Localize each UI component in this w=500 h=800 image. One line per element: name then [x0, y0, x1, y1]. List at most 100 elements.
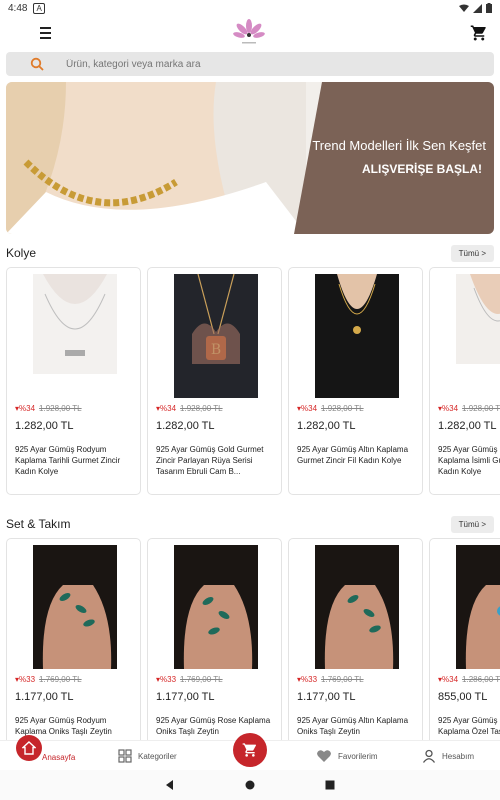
product-name: 925 Ayar Gümüş Altın Kaplama Gurmet Zinc… — [297, 445, 409, 465]
price: 1.282,00 TL — [156, 420, 215, 432]
home-icon — [22, 741, 36, 755]
discount-percent: ▾%34 — [297, 404, 318, 413]
old-price: 1.928,00 TL — [462, 404, 500, 413]
product-name: 925 Ayar Gümüş Rodyum Kaplama Tarihli Gu… — [15, 445, 121, 476]
heart-icon — [317, 750, 331, 762]
battery-icon — [486, 3, 492, 13]
nav-home-label[interactable]: Anasayfa — [42, 753, 75, 762]
hamburger-menu-icon[interactable] — [40, 23, 60, 43]
product-name: 925 Ayar Gümüş Rodyum Kaplama Özel Taşlı — [438, 716, 500, 736]
nav-categories[interactable]: Kategoriler — [118, 741, 177, 771]
cart-icon[interactable] — [470, 24, 488, 42]
product-card[interactable]: ▾%33 1.769,00 TL 1.177,00 TL 925 Ayar Güm… — [147, 538, 282, 766]
discount-value: %34 — [19, 404, 36, 413]
discount-value: %33 — [301, 675, 318, 684]
old-price: 1.769,00 TL — [180, 675, 223, 684]
system-nav-bar — [0, 770, 500, 800]
price: 855,00 TL — [438, 691, 488, 703]
product-image — [456, 545, 500, 669]
discount-value: %34 — [160, 404, 177, 413]
old-price: 1.769,00 TL — [321, 675, 364, 684]
product-card[interactable]: ▾%33 1.769,00 TL 1.177,00 TL 925 Ayar Güm… — [288, 538, 423, 766]
price: 1.282,00 TL — [15, 420, 74, 432]
see-all-button[interactable]: Tümü > — [450, 515, 494, 533]
old-price: 1.286,00 TL — [462, 675, 500, 684]
discount-line: ▾%33 1.769,00 TL — [297, 675, 364, 684]
product-image — [315, 545, 399, 669]
product-card[interactable]: ▾%341.928,00 TL 1.282,00 TL 925 Ayar Güm… — [288, 267, 423, 495]
product-card[interactable]: ▾%33 1.769,00 TL 1.177,00 TL 925 Ayar Güm… — [6, 538, 141, 766]
notification-icon: A — [33, 2, 45, 14]
search-bar[interactable] — [6, 52, 494, 76]
discount-percent: ▾%34 — [438, 675, 459, 684]
product-name: 925 Ayar Gümüş Rodyum Kaplama İsimli Gur… — [438, 445, 500, 476]
price: 1.282,00 TL — [438, 420, 497, 432]
search-input[interactable] — [66, 58, 426, 70]
back-icon[interactable] — [165, 780, 175, 790]
price: 1.177,00 TL — [297, 691, 356, 703]
discount-line: ▾%33 1.769,00 TL — [156, 675, 223, 684]
discount-percent: ▾%33 — [15, 675, 36, 684]
nav-cart-button[interactable] — [233, 733, 267, 767]
discount-percent: ▾%34 — [438, 404, 459, 413]
wifi-icon — [459, 4, 469, 12]
status-left: 4:48 A — [8, 2, 45, 14]
product-row-set: ▾%33 1.769,00 TL 1.177,00 TL 925 Ayar Güm… — [6, 538, 500, 766]
brand-logo[interactable] — [233, 18, 265, 48]
price: 1.282,00 TL — [297, 420, 356, 432]
app-header — [0, 16, 500, 50]
recents-icon[interactable] — [325, 780, 335, 790]
discount-value: %33 — [19, 675, 36, 684]
home-circle-icon[interactable] — [245, 780, 255, 790]
see-all-button[interactable]: Tümü > — [450, 244, 494, 262]
old-price: 1.928,00 TL — [39, 404, 82, 413]
discount-line: ▾%341.928,00 TL — [297, 404, 364, 413]
discount-line: ▾%341.928,00 TL — [156, 404, 223, 413]
nav-account-label: Hesabım — [442, 751, 475, 761]
product-name: 925 Ayar Gümüş Altın Kaplama Oniks Taşlı… — [297, 716, 409, 736]
old-price: 1.928,00 TL — [321, 404, 364, 413]
discount-percent: ▾%34 — [15, 404, 36, 413]
price: 1.177,00 TL — [15, 691, 74, 703]
nav-categories-label: Kategoriler — [138, 751, 177, 761]
product-card[interactable]: ▾%341.928,00 TL 1.282,00 TL 925 Ayar Güm… — [6, 267, 141, 495]
price: 1.177,00 TL — [156, 691, 215, 703]
signal-icon — [473, 3, 482, 13]
discount-line: ▾%341.286,00 TL — [438, 675, 500, 684]
discount-value: %34 — [442, 404, 459, 413]
nav-home-button[interactable] — [16, 735, 42, 761]
old-price: 1.769,00 TL — [39, 675, 82, 684]
product-image — [456, 274, 500, 398]
discount-value: %33 — [160, 675, 177, 684]
discount-line: ▾%341.928,00 TL — [438, 404, 500, 413]
grid-icon — [118, 749, 132, 763]
nav-favorites-label: Favorilerim — [338, 751, 378, 761]
product-image: B — [174, 274, 258, 398]
cart-icon — [242, 743, 256, 757]
discount-value: %34 — [442, 675, 459, 684]
product-card[interactable]: ▾%341.928,00 TL 1.282,00 TL 925 Ayar Güm… — [429, 267, 500, 495]
search-icon — [30, 57, 44, 71]
nav-favorites[interactable]: Favorilerim — [316, 741, 378, 771]
old-price: 1.928,00 TL — [180, 404, 223, 413]
product-image — [33, 274, 117, 398]
discount-percent: ▾%34 — [156, 404, 177, 413]
status-right — [459, 3, 492, 13]
section-header-kolye: Kolye Tümü > — [6, 243, 494, 263]
product-card[interactable]: B ▾%341.928,00 TL 1.282,00 TL 925 Ayar G… — [147, 267, 282, 495]
nav-account[interactable]: Hesabım — [422, 741, 474, 771]
bottom-nav: Anasayfa Kategoriler Favorilerim Hesabım — [0, 733, 500, 771]
product-row-kolye: ▾%34 1.928,00 TL 1.282,00 TL 925 Ayar Güm… — [6, 267, 500, 495]
banner-cta[interactable]: ALIŞVERİŞE BAŞLA! — [362, 162, 482, 176]
status-time: 4:48 — [8, 2, 28, 14]
section-header-set: Set & Takım Tümü > — [6, 514, 494, 534]
product-card[interactable]: ▾%341.286,00 TL 855,00 TL 925 Ayar Gümüş… — [429, 538, 500, 766]
discount-percent: ▾%33 — [156, 675, 177, 684]
product-image — [33, 545, 117, 669]
discount-value: %34 — [301, 404, 318, 413]
discount-percent: ▾%33 — [297, 675, 318, 684]
user-icon — [422, 749, 436, 763]
banner-model-image — [6, 82, 306, 234]
promo-banner[interactable]: Trend Modelleri İlk Sen Keşfet ALIŞVERİŞ… — [6, 82, 494, 234]
product-image — [174, 545, 258, 669]
